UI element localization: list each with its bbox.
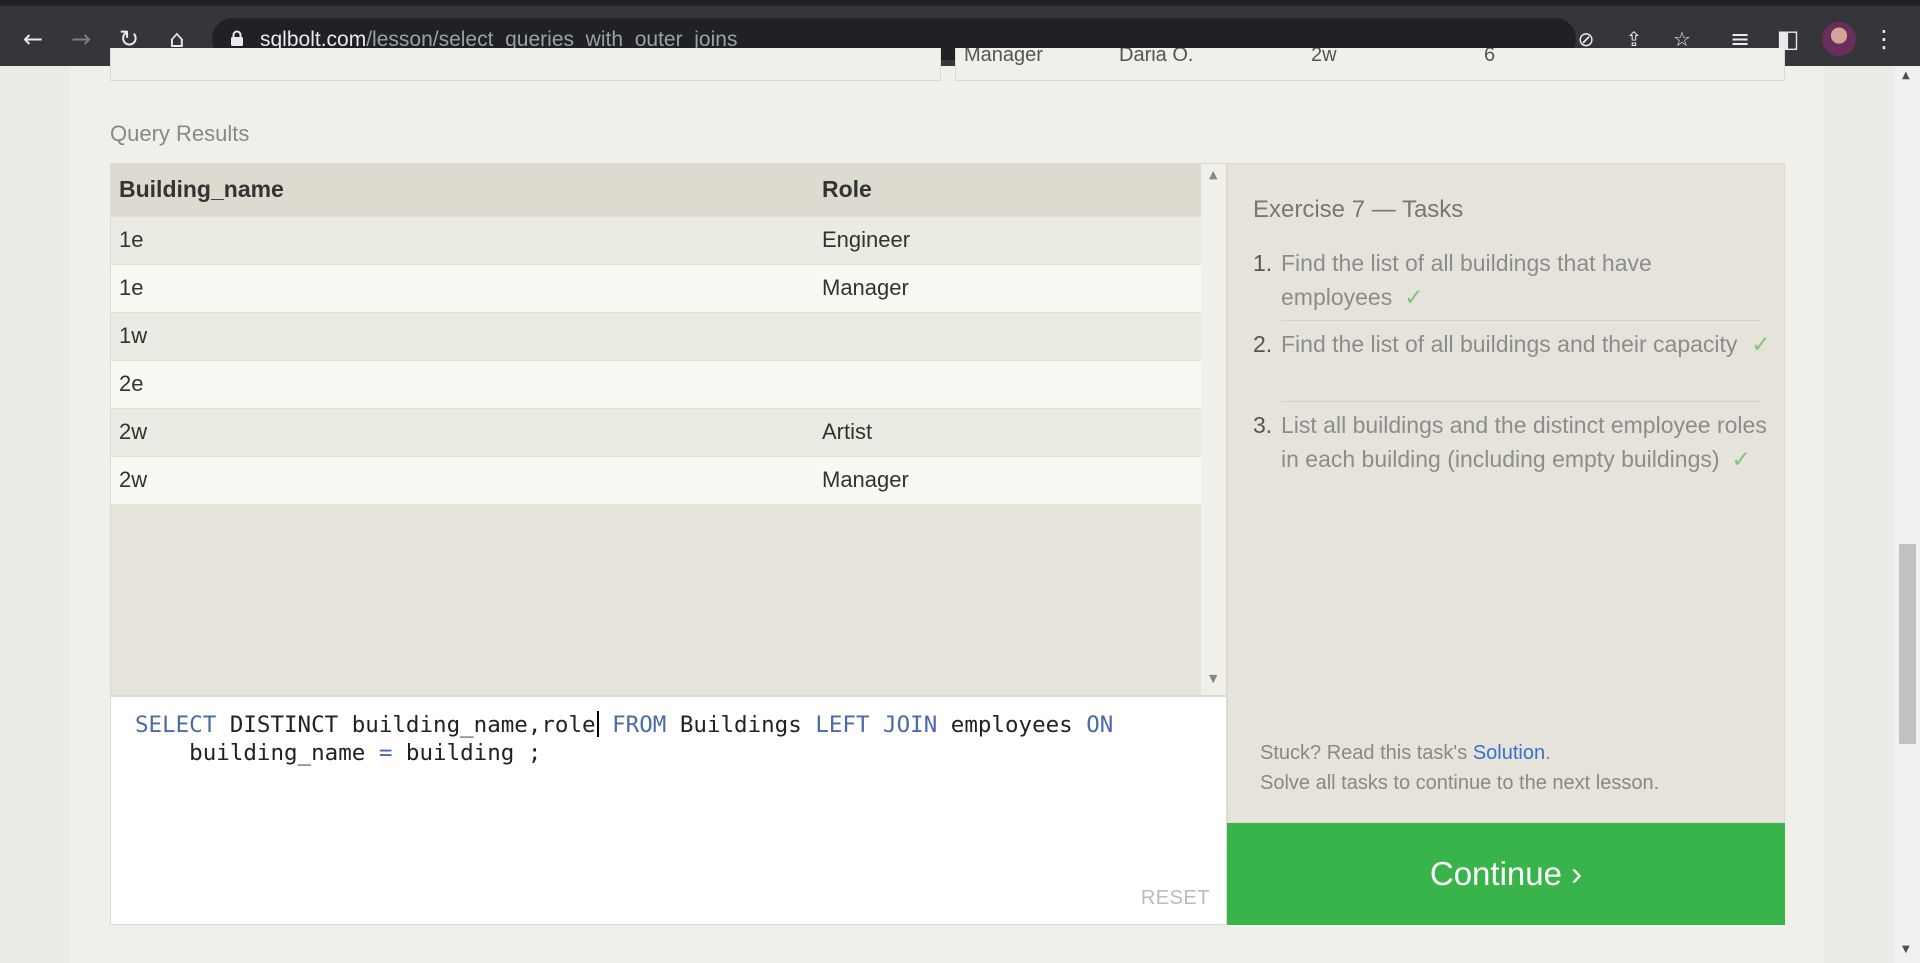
task-text: List all buildings and the distinct empl… <box>1281 412 1767 472</box>
stuck-text: Stuck? Read this task's <box>1260 742 1473 764</box>
task-number: 3. <box>1253 412 1273 438</box>
scroll-down-icon[interactable]: ▼ <box>1902 944 1910 955</box>
prev-cell: 6 <box>1484 48 1496 66</box>
task-text-wrap: Find the list of all buildings and their… <box>1281 327 1771 361</box>
sql-operator: = <box>378 740 393 766</box>
table-row: 2w Artist <box>111 407 1201 456</box>
column-header-building-name: Building_name <box>111 164 814 216</box>
sql-text: building ; <box>392 740 542 766</box>
check-icon: ✓ <box>1404 284 1424 310</box>
forward-icon[interactable]: → <box>66 24 96 54</box>
divider <box>1281 401 1761 402</box>
reset-button[interactable]: RESET <box>1141 887 1210 910</box>
results-scrollbar[interactable]: ▲ ▼ <box>1201 164 1226 695</box>
task-text: Find the list of all buildings that have… <box>1281 250 1652 310</box>
back-icon[interactable]: ← <box>18 24 48 54</box>
cell: Manager <box>814 455 1201 504</box>
sql-text: employees <box>937 712 1087 738</box>
check-icon: ✓ <box>1751 331 1771 357</box>
tasks-title: Exercise 7 — Tasks <box>1253 196 1464 223</box>
sql-text: DISTINCT building_name,role <box>216 712 596 738</box>
cell: Artist <box>814 407 1201 456</box>
cell: Manager <box>814 263 1201 312</box>
lock-icon <box>231 30 243 46</box>
scroll-up-icon[interactable]: ▲ <box>1209 168 1217 181</box>
avatar[interactable] <box>1822 22 1856 56</box>
cell: 2e <box>111 359 814 408</box>
sql-keyword: ON <box>1086 712 1114 738</box>
stuck-hint: Stuck? Read this task's Solution. <box>1260 742 1551 765</box>
kebab-menu-icon[interactable]: ⋮ <box>1872 24 1896 54</box>
scrollbar-thumb[interactable] <box>1899 544 1916 744</box>
sql-text: Buildings <box>666 712 816 738</box>
table-row: 1e Engineer <box>111 215 1201 264</box>
cell: 1w <box>111 311 814 360</box>
table-header-row: Building_name Role <box>111 164 1201 216</box>
task-item: 1. Find the list of all buildings that h… <box>1253 246 1761 316</box>
prev-cell: Manager <box>964 48 1043 66</box>
previous-table-right: Manager Daria O. 2w 6 <box>955 48 1785 81</box>
column-header-role: Role <box>814 164 1201 216</box>
tasks-panel: Exercise 7 — Tasks 1. Find the list of a… <box>1227 163 1785 823</box>
sql-text: building_name <box>135 740 379 766</box>
task-number: 1. <box>1253 250 1273 276</box>
task-number: 2. <box>1253 331 1273 357</box>
sql-keyword: FROM <box>598 712 667 738</box>
sql-keyword: LEFT JOIN <box>815 712 938 738</box>
cell <box>814 311 1201 360</box>
cell: 2w <box>111 455 814 504</box>
cell: 1e <box>111 263 814 312</box>
sql-keyword: SELECT <box>135 712 217 738</box>
solution-link[interactable]: Solution <box>1473 742 1545 764</box>
page-scrollbar[interactable]: ▲ ▼ <box>1895 66 1920 963</box>
results-table: Building_name Role 1e Engineer 1e Manage… <box>111 164 1201 504</box>
table-row: 1e Manager <box>111 263 1201 312</box>
continue-button[interactable]: Continue › <box>1227 823 1785 925</box>
task-text-wrap: Find the list of all buildings that have… <box>1281 246 1771 314</box>
task-text: Find the list of all buildings and their… <box>1281 331 1738 357</box>
page-margin <box>0 66 70 963</box>
task-item: 2. Find the list of all buildings and th… <box>1253 327 1771 397</box>
scroll-up-icon[interactable]: ▲ <box>1902 70 1910 81</box>
cell: 2w <box>111 407 814 456</box>
query-results-label: Query Results <box>110 121 250 146</box>
query-results-panel: Building_name Role 1e Engineer 1e Manage… <box>110 163 1227 696</box>
divider <box>1281 320 1761 321</box>
table-row: 1w <box>111 311 1201 360</box>
previous-table-left <box>110 48 941 81</box>
cell: 1e <box>111 215 814 264</box>
table-row: 2e <box>111 359 1201 408</box>
stuck-text-end: . <box>1545 742 1551 764</box>
table-row: 2w Manager <box>111 455 1201 504</box>
sql-editor[interactable]: SELECT DISTINCT building_name,role FROM … <box>110 696 1227 925</box>
solve-all-hint: Solve all tasks to continue to the next … <box>1260 772 1660 794</box>
sql-code[interactable]: SELECT DISTINCT building_name,role FROM … <box>135 711 1113 767</box>
check-icon: ✓ <box>1731 446 1751 472</box>
task-item: 3. List all buildings and the distinct e… <box>1253 408 1767 512</box>
scroll-down-icon[interactable]: ▼ <box>1209 672 1217 685</box>
prev-cell: Daria O. <box>1119 48 1194 66</box>
prev-cell: 2w <box>1311 48 1337 66</box>
task-text-wrap: List all buildings and the distinct empl… <box>1281 408 1771 476</box>
cell: Engineer <box>814 215 1201 264</box>
cell <box>814 359 1201 408</box>
